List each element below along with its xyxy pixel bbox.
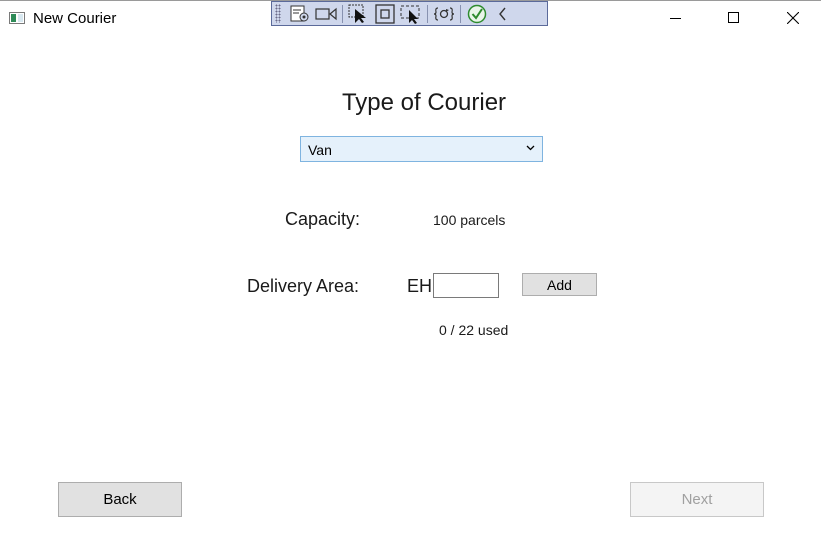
close-button[interactable] <box>770 2 816 34</box>
track-focus-icon <box>400 5 420 24</box>
debug-toolbar <box>271 1 548 26</box>
track-focus-button[interactable] <box>398 2 424 25</box>
back-button[interactable]: Back <box>58 482 182 517</box>
chevron-down-icon <box>526 145 535 151</box>
courier-type-dropdown[interactable]: Van <box>300 136 543 162</box>
hot-reload-button[interactable] <box>431 2 457 25</box>
window-title: New Courier <box>33 10 117 27</box>
minimize-button[interactable] <box>653 2 699 34</box>
select-element-button[interactable] <box>346 2 372 25</box>
add-area-button[interactable]: Add <box>522 273 597 296</box>
delivery-area-label: Delivery Area: <box>247 276 360 296</box>
page-title: Type of Courier <box>341 89 507 116</box>
check-icon <box>467 4 487 23</box>
close-icon <box>787 12 799 24</box>
binding-check-button[interactable] <box>464 2 490 25</box>
toolbar-grip[interactable] <box>275 4 281 23</box>
area-usage-text: 0 / 22 used <box>439 322 509 338</box>
capacity-label: Capacity: <box>285 209 361 229</box>
toolbar-separator <box>460 4 461 23</box>
record-icon <box>315 7 337 20</box>
maximize-button[interactable] <box>711 2 757 34</box>
toolbar-separator <box>342 4 343 23</box>
app-icon <box>9 12 25 24</box>
maximize-icon <box>728 12 739 23</box>
next-button[interactable]: Next <box>630 482 764 517</box>
minimize-icon <box>670 18 681 19</box>
display-adorners-button[interactable] <box>372 2 398 25</box>
hot-reload-icon <box>434 6 454 21</box>
toolbar-separator <box>427 4 428 23</box>
delivery-area-input[interactable] <box>433 273 499 298</box>
display-adorners-icon <box>375 3 395 24</box>
postcode-prefix: EH <box>407 276 433 296</box>
live-visual-tree-button[interactable] <box>287 2 313 25</box>
capacity-value: 100 parcels <box>433 212 506 228</box>
record-button[interactable] <box>313 2 339 25</box>
collapse-icon <box>499 7 506 20</box>
collapse-toolbar-button[interactable] <box>490 2 516 25</box>
courier-type-selected: Van <box>308 142 332 158</box>
select-element-icon <box>348 4 366 23</box>
live-visual-tree-icon <box>290 5 309 21</box>
